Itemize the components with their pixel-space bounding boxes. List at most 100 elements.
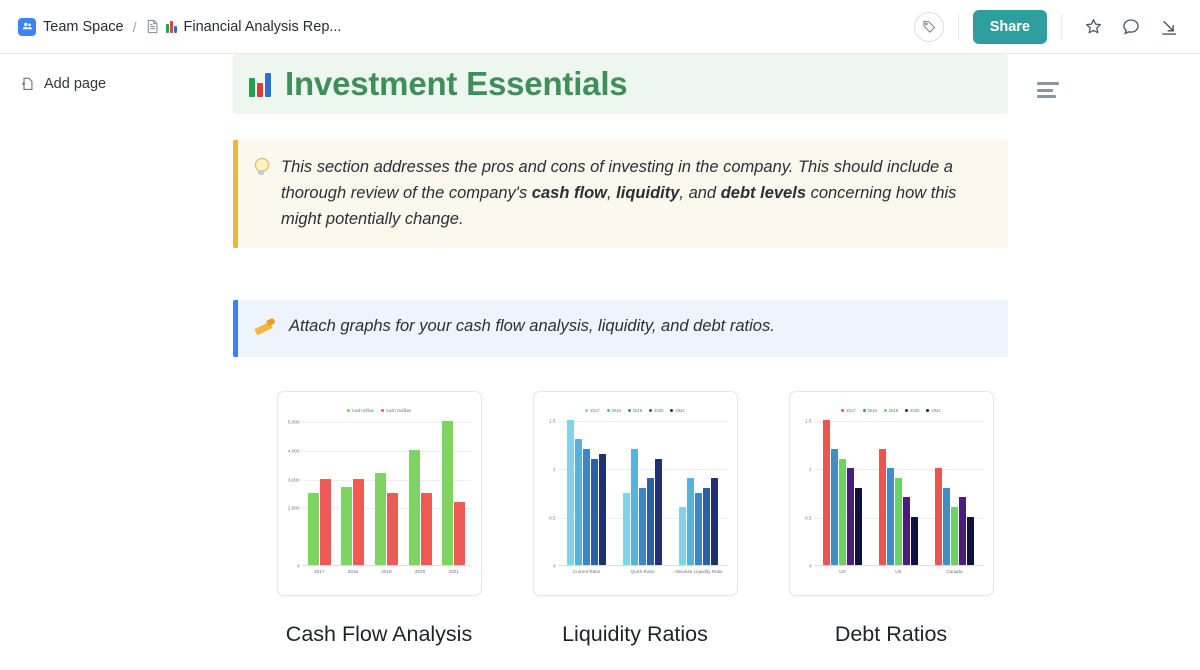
- x-axis-tick-label: Canada: [927, 569, 983, 574]
- y-axis-tick-label: 3,000: [288, 477, 300, 482]
- callout-attach-graphs[interactable]: Attach graphs for your cash flow analysi…: [233, 300, 1008, 357]
- axis-baseline: [815, 565, 983, 566]
- page-title: Investment Essentials: [285, 64, 627, 104]
- legend-swatch: [670, 409, 673, 412]
- add-page-button[interactable]: Add page: [20, 76, 225, 92]
- legend-item: 2021: [926, 408, 940, 413]
- breadcrumb-doc-title[interactable]: Financial Analysis Rep...: [184, 19, 342, 35]
- legend-label: 2018: [868, 408, 877, 413]
- chart-card[interactable]: 2017201820192020202100.511.5Current Rati…: [533, 391, 738, 596]
- callout-emphasis: cash flow: [532, 184, 607, 202]
- star-icon[interactable]: [1076, 10, 1110, 44]
- legend-label: 2020: [654, 408, 663, 413]
- bar: [454, 502, 465, 565]
- callout-span: , and: [679, 184, 720, 202]
- bar-group: [336, 416, 370, 565]
- bar-group: [559, 416, 615, 565]
- legend-swatch: [841, 409, 844, 412]
- bar: [599, 454, 606, 565]
- legend-item: 2017: [585, 408, 599, 413]
- tag-icon[interactable]: [914, 12, 944, 42]
- bar: [711, 478, 718, 565]
- comment-icon[interactable]: [1114, 10, 1148, 44]
- chart-plot-area: 00.511.5: [559, 416, 727, 566]
- legend-item: 2019: [884, 408, 898, 413]
- collapse-arrow-icon[interactable]: [1152, 10, 1186, 44]
- bar: [639, 488, 646, 565]
- bar: [895, 478, 902, 565]
- chart-card[interactable]: Cash InflowCash Outflow02,0003,0004,0005…: [277, 391, 482, 596]
- bar: [647, 478, 654, 565]
- callout-investment-summary[interactable]: This section addresses the pros and cons…: [233, 140, 1008, 248]
- bar: [959, 497, 966, 565]
- x-axis-tick-label: Absolute Liquidity Ratio: [671, 569, 727, 574]
- chart-column: 2017201820192020202100.511.5Current Rati…: [507, 391, 763, 647]
- callout-text: This section addresses the pros and cons…: [281, 154, 988, 232]
- y-axis-tick-label: 5,000: [288, 419, 300, 424]
- chart-card[interactable]: 2017 2018 2019 2020 2021 00.511.5 USUKCanada: [789, 391, 994, 596]
- legend-swatch: [607, 409, 610, 412]
- chart-legend: 2017 2018 2019 2020 2021: [797, 406, 986, 414]
- bar: [903, 497, 910, 565]
- bar-group: [615, 416, 671, 565]
- legend-label: 2020: [910, 408, 919, 413]
- legend-label: 2017: [590, 408, 599, 413]
- outline-list-icon[interactable]: [1037, 82, 1059, 98]
- y-axis-tick-label: 0: [553, 564, 556, 569]
- bar: [855, 488, 862, 565]
- chart-column: Cash InflowCash Outflow02,0003,0004,0005…: [251, 391, 507, 647]
- bar-groups: [559, 416, 727, 565]
- legend-label: 2019: [889, 408, 898, 413]
- legend-swatch: [926, 409, 929, 412]
- breadcrumb: Team Space / Financial Analysis Rep...: [18, 18, 341, 36]
- share-button[interactable]: Share: [973, 10, 1047, 44]
- y-axis-tick-label: 0.5: [549, 515, 555, 520]
- bar: [591, 459, 598, 565]
- x-axis-tick-label: 2021: [437, 569, 471, 574]
- bar: [839, 459, 846, 565]
- bar-group: [437, 416, 471, 565]
- breadcrumb-space-label[interactable]: Team Space: [43, 19, 124, 35]
- callout-text: Attach graphs for your cash flow analysi…: [289, 313, 775, 344]
- chart-caption: Liquidity Ratios: [507, 622, 763, 647]
- bar: [695, 493, 702, 566]
- bar: [567, 420, 574, 565]
- legend-label: 2019: [633, 408, 642, 413]
- bar: [943, 488, 950, 565]
- bar-groups: [815, 416, 983, 565]
- axis-baseline: [303, 565, 471, 566]
- x-axis-tick-label: US: [815, 569, 871, 574]
- x-axis-tick-label: UK: [871, 569, 927, 574]
- page-title-block[interactable]: Investment Essentials: [233, 54, 1008, 114]
- legend-swatch: [347, 409, 350, 412]
- legend-label: 2017: [846, 408, 855, 413]
- document-icon: [146, 19, 159, 34]
- bar: [341, 487, 352, 565]
- legend-item: 2018: [607, 408, 621, 413]
- main-layout: Add page Investment Essentials This sect…: [0, 54, 1200, 670]
- bar: [308, 493, 319, 565]
- bar-group: [403, 416, 437, 565]
- callout-span: ,: [607, 184, 616, 202]
- bar: [687, 478, 694, 565]
- bar: [703, 488, 710, 565]
- y-axis-tick-label: 0: [297, 564, 300, 569]
- bar: [679, 507, 686, 565]
- legend-swatch: [628, 409, 631, 412]
- y-axis-tick-label: 1: [553, 467, 556, 472]
- bar: [623, 493, 630, 566]
- bar: [879, 449, 886, 565]
- bar: [631, 449, 638, 565]
- chart-plot-area: 00.511.5: [815, 416, 983, 566]
- writing-hand-icon: [254, 313, 276, 344]
- bar: [442, 421, 453, 565]
- legend-swatch: [649, 409, 652, 412]
- legend-label: 2021: [675, 408, 684, 413]
- legend-label: 2021: [931, 408, 940, 413]
- bar: [847, 468, 854, 565]
- document-content: Investment Essentials This section addre…: [225, 54, 1200, 670]
- heading-row: Investment Essentials: [225, 54, 1200, 114]
- people-icon: [18, 18, 36, 36]
- bar: [421, 493, 432, 565]
- bar: [887, 468, 894, 565]
